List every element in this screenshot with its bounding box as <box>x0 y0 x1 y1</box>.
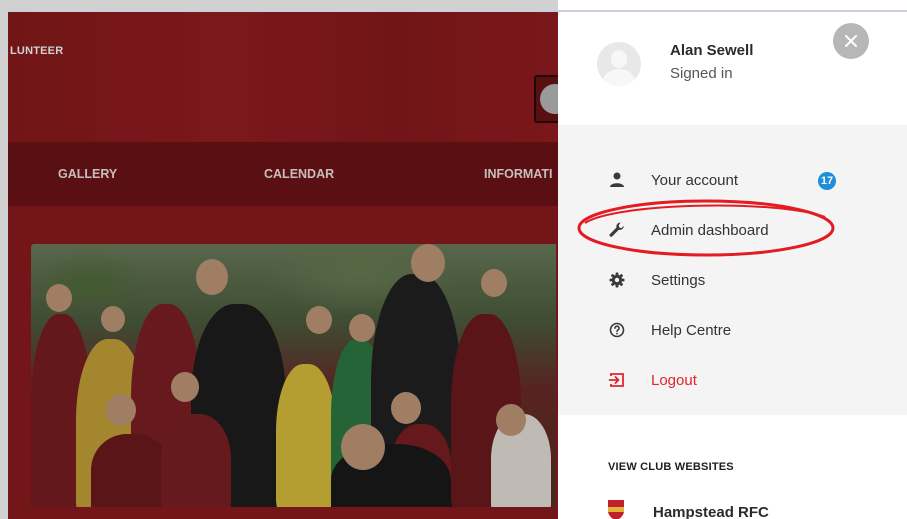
menu-label-help-centre: Help Centre <box>651 322 732 339</box>
wrench-icon <box>609 222 624 237</box>
signed-in-status: Signed in <box>670 65 733 82</box>
logout-icon <box>608 373 624 387</box>
user-name: Alan Sewell <box>670 42 754 59</box>
gear-icon <box>609 272 625 288</box>
club-label-hampstead-rfc: Hampstead RFC <box>653 504 769 519</box>
menu-item-logout[interactable]: Logout <box>558 359 907 401</box>
menu-item-your-account[interactable]: Your account 17 <box>558 159 907 201</box>
account-panel: Alan Sewell Signed in Your account 17 Ad… <box>558 12 907 519</box>
club-websites-section: VIEW CLUB WEBSITES Hampstead RFC <box>558 415 907 519</box>
menu-label-logout: Logout <box>651 372 697 389</box>
menu-label-admin-dashboard: Admin dashboard <box>651 222 769 239</box>
help-icon <box>609 322 625 338</box>
menu-item-admin-dashboard[interactable]: Admin dashboard <box>558 209 907 251</box>
profile-header: Alan Sewell Signed in <box>558 12 907 125</box>
close-button[interactable] <box>833 23 869 59</box>
person-icon <box>610 172 624 187</box>
account-menu: Your account 17 Admin dashboard Settings… <box>558 125 907 415</box>
menu-item-help-centre[interactable]: Help Centre <box>558 309 907 351</box>
notification-badge: 17 <box>818 172 836 190</box>
club-crest-icon <box>608 500 624 519</box>
user-placeholder-icon <box>597 42 641 86</box>
menu-item-settings[interactable]: Settings <box>558 259 907 301</box>
close-icon <box>845 35 857 47</box>
menu-label-your-account: Your account <box>651 172 739 189</box>
club-link-hampstead-rfc[interactable]: Hampstead RFC <box>558 489 907 519</box>
backdrop-overlay[interactable] <box>0 0 558 519</box>
menu-label-settings: Settings <box>651 272 706 289</box>
club-websites-heading: VIEW CLUB WEBSITES <box>608 461 734 473</box>
